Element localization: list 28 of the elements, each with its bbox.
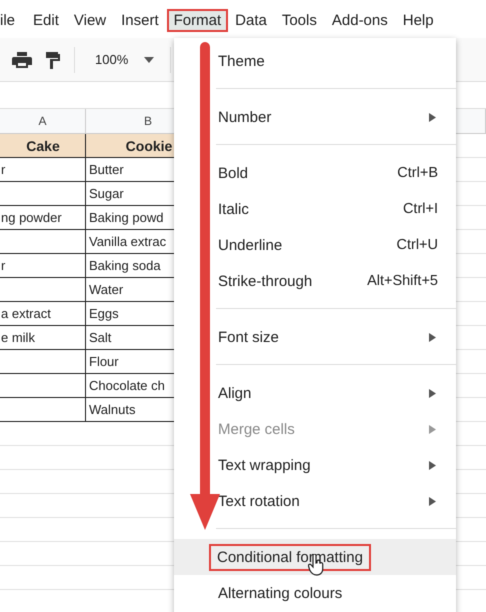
table-cell: ng powder <box>0 206 86 230</box>
header-cell: Cake <box>0 134 86 158</box>
shortcut-label: Ctrl+U <box>396 237 438 253</box>
menu-item[interactable]: Help <box>396 8 441 32</box>
menu-item[interactable]: Edit <box>29 8 66 32</box>
menu-item[interactable]: View <box>66 8 114 32</box>
table-cell: r <box>0 158 86 182</box>
shortcut-label: Ctrl+I <box>402 201 438 217</box>
table-cell: e milk <box>0 326 86 350</box>
menu-item[interactable]: Insert <box>114 8 166 32</box>
menu-item[interactable]: Tools <box>274 8 324 32</box>
print-icon[interactable] <box>12 50 32 68</box>
menu-item[interactable]: Add-ons <box>324 8 395 32</box>
menu-option[interactable]: Theme <box>174 43 456 79</box>
menu-item[interactable]: Data <box>228 8 274 32</box>
shortcut-label: Ctrl+B <box>397 165 438 181</box>
table-cell: a extract <box>0 302 86 326</box>
table-cell: r <box>0 254 86 278</box>
paint-format-icon[interactable] <box>46 50 60 68</box>
menu-option[interactable]: Text wrapping <box>174 447 456 483</box>
column-header[interactable]: A <box>0 109 86 133</box>
menu-option[interactable]: Alternating colours <box>174 575 456 611</box>
shortcut-label: Alt+Shift+5 <box>367 273 438 289</box>
zoom-dropdown[interactable]: 100% <box>95 52 128 67</box>
menu-item[interactable]: Format <box>166 8 228 32</box>
menu-item[interactable]: ile <box>0 8 22 32</box>
caret-icon[interactable] <box>144 56 154 62</box>
menu-option[interactable]: Text rotation <box>174 483 456 519</box>
